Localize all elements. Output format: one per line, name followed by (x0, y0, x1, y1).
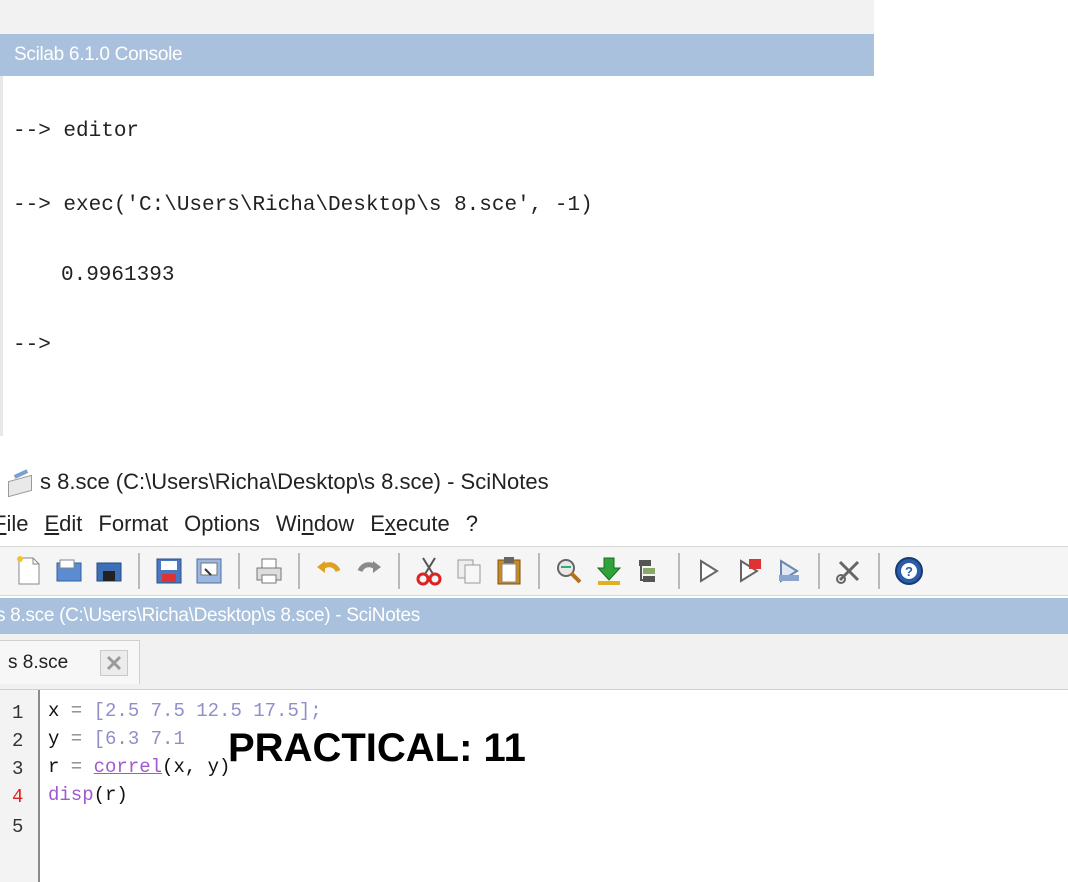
console-output[interactable]: --> editor --> exec('C:\Users\Richa\Desk… (0, 76, 874, 436)
console-line: --> editor (13, 120, 140, 143)
svg-text:?: ? (905, 564, 913, 579)
save-icon[interactable] (154, 555, 184, 587)
code-editor[interactable]: 1 2 3 4 5 x = [2.5 7.5 12.5 17.5]; y = [… (0, 690, 1068, 882)
paste-icon[interactable] (494, 555, 524, 587)
scinotes-app-icon (6, 470, 32, 494)
code-line: y = [6.3 7.1 (48, 728, 197, 750)
save-as-icon[interactable] (194, 555, 224, 587)
execute-file-icon[interactable] (634, 555, 664, 587)
toolbar-separator (138, 553, 140, 589)
console-top-strip (0, 0, 874, 34)
line-number: 5 (12, 816, 24, 838)
window-title-text: s 8.sce (C:\Users\Richa\Desktop\s 8.sce)… (40, 469, 549, 494)
run-selection-icon[interactable] (774, 555, 804, 587)
document-title-text: s 8.sce (C:\Users\Richa\Desktop\s 8.sce)… (0, 605, 420, 626)
console-line: --> exec('C:\Users\Richa\Desktop\s 8.sce… (13, 194, 593, 217)
toolbar-separator (818, 553, 820, 589)
new-file-icon[interactable] (14, 555, 44, 587)
toolbar-separator (238, 553, 240, 589)
toolbar-separator (678, 553, 680, 589)
load-into-scilab-icon[interactable] (594, 555, 624, 587)
tab-bar: s 8.sce (0, 634, 1068, 690)
menu-window[interactable]: Window (276, 511, 354, 537)
line-number: 1 (12, 702, 24, 724)
tab-s8-sce[interactable]: s 8.sce (0, 640, 140, 684)
toolbar-separator (538, 553, 540, 589)
print-icon[interactable] (254, 555, 284, 587)
menu-help[interactable]: ? (466, 511, 478, 537)
run-step-icon[interactable] (734, 555, 764, 587)
find-icon[interactable] (554, 555, 584, 587)
scinotes-window: s 8.sce (C:\Users\Richa\Desktop\s 8.sce)… (0, 436, 1068, 882)
line-number: 4 (12, 786, 24, 808)
code-line: disp(r) (48, 784, 128, 806)
cut-icon[interactable] (414, 555, 444, 587)
scilab-console-window: Scilab 6.1.0 Console --> editor --> exec… (0, 0, 874, 436)
copy-icon[interactable] (454, 555, 484, 587)
tools-icon[interactable] (834, 555, 864, 587)
window-title: s 8.sce (C:\Users\Richa\Desktop\s 8.sce)… (0, 466, 549, 498)
tab-label: s 8.sce (8, 651, 69, 673)
help-icon[interactable]: ? (894, 555, 924, 587)
practical-heading: PRACTICAL: 11 (228, 726, 526, 770)
menu-execute[interactable]: Execute (370, 511, 450, 537)
code-line: x = [2.5 7.5 12.5 17.5]; (48, 700, 322, 722)
menu-bar: File Edit Format Options Window Execute … (0, 508, 478, 540)
toolbar-separator (398, 553, 400, 589)
toolbar: ? (0, 546, 1068, 596)
console-title-bar: Scilab 6.1.0 Console (0, 34, 874, 76)
console-result: 0.9961393 (61, 264, 175, 287)
open-recent-icon[interactable] (94, 555, 124, 587)
menu-edit[interactable]: Edit (44, 511, 82, 537)
document-title-bar: s 8.sce (C:\Users\Richa\Desktop\s 8.sce)… (0, 598, 1068, 634)
open-file-icon[interactable] (54, 555, 84, 587)
run-icon[interactable] (694, 555, 724, 587)
toolbar-separator (298, 553, 300, 589)
redo-icon[interactable] (354, 555, 384, 587)
close-icon (106, 655, 122, 671)
code-line: r = correl(x, y) (48, 756, 231, 778)
menu-format[interactable]: Format (98, 511, 168, 537)
menu-options[interactable]: Options (184, 511, 260, 537)
undo-icon[interactable] (314, 555, 344, 587)
line-number: 3 (12, 758, 24, 780)
toolbar-separator (878, 553, 880, 589)
menu-file[interactable]: File (0, 511, 28, 537)
close-tab-button[interactable] (100, 650, 128, 676)
console-prompt[interactable]: --> (13, 334, 51, 357)
line-number: 2 (12, 730, 24, 752)
line-number-gutter: 1 2 3 4 5 (0, 690, 40, 882)
